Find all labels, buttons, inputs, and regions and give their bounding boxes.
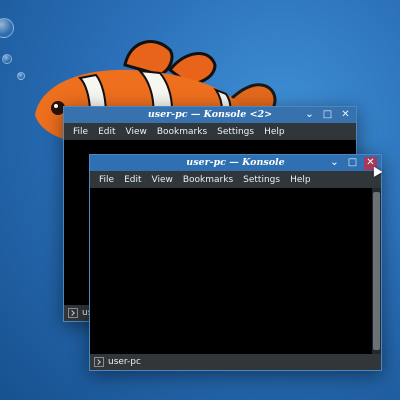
konsole-window: user-pc — Konsole ⌄ □ ✕ File Edit View B… — [89, 154, 382, 371]
maximize-icon: □ — [347, 157, 358, 168]
maximize-icon: □ — [322, 109, 333, 120]
window-title: user-pc — Konsole — [186, 157, 285, 168]
scrollbar-thumb[interactable] — [373, 192, 380, 350]
terminal-icon — [68, 308, 78, 318]
menubar: File Edit View Bookmarks Settings Help — [64, 123, 356, 140]
menu-settings[interactable]: Settings — [212, 127, 259, 137]
bubble — [0, 18, 14, 38]
maximize-button[interactable]: □ — [321, 109, 334, 122]
window-title: user-pc — Konsole <2> — [147, 109, 273, 120]
menu-help[interactable]: Help — [285, 175, 316, 185]
menu-settings[interactable]: Settings — [238, 175, 285, 185]
menu-edit[interactable]: Edit — [119, 175, 146, 185]
terminal-icon — [94, 357, 104, 367]
bubble — [2, 54, 12, 64]
menu-bookmarks[interactable]: Bookmarks — [178, 175, 238, 185]
close-icon: ✕ — [341, 109, 350, 120]
minimize-button[interactable]: ⌄ — [303, 109, 316, 122]
menu-file[interactable]: File — [94, 175, 119, 185]
minimize-button[interactable]: ⌄ — [328, 157, 341, 170]
menu-file[interactable]: File — [68, 127, 93, 137]
scrollbar[interactable] — [372, 188, 381, 354]
terminal-area[interactable] — [90, 188, 372, 354]
menu-edit[interactable]: Edit — [93, 127, 120, 137]
menu-help[interactable]: Help — [259, 127, 290, 137]
menubar: File Edit View Bookmarks Settings Help — [90, 171, 381, 188]
minimize-icon: ⌄ — [305, 109, 314, 120]
session-tab[interactable]: user-pc — [108, 357, 141, 367]
menu-view[interactable]: View — [147, 175, 178, 185]
menu-bookmarks[interactable]: Bookmarks — [152, 127, 212, 137]
menu-view[interactable]: View — [121, 127, 152, 137]
window-titlebar[interactable]: user-pc — Konsole <2> ⌄ □ ✕ — [64, 107, 356, 123]
maximize-button[interactable]: □ — [346, 157, 359, 170]
minimize-icon: ⌄ — [330, 157, 339, 168]
session-tabbar: user-pc — [90, 354, 381, 370]
close-button[interactable]: ✕ — [339, 109, 352, 122]
window-titlebar[interactable]: user-pc — Konsole ⌄ □ ✕ — [90, 155, 381, 171]
